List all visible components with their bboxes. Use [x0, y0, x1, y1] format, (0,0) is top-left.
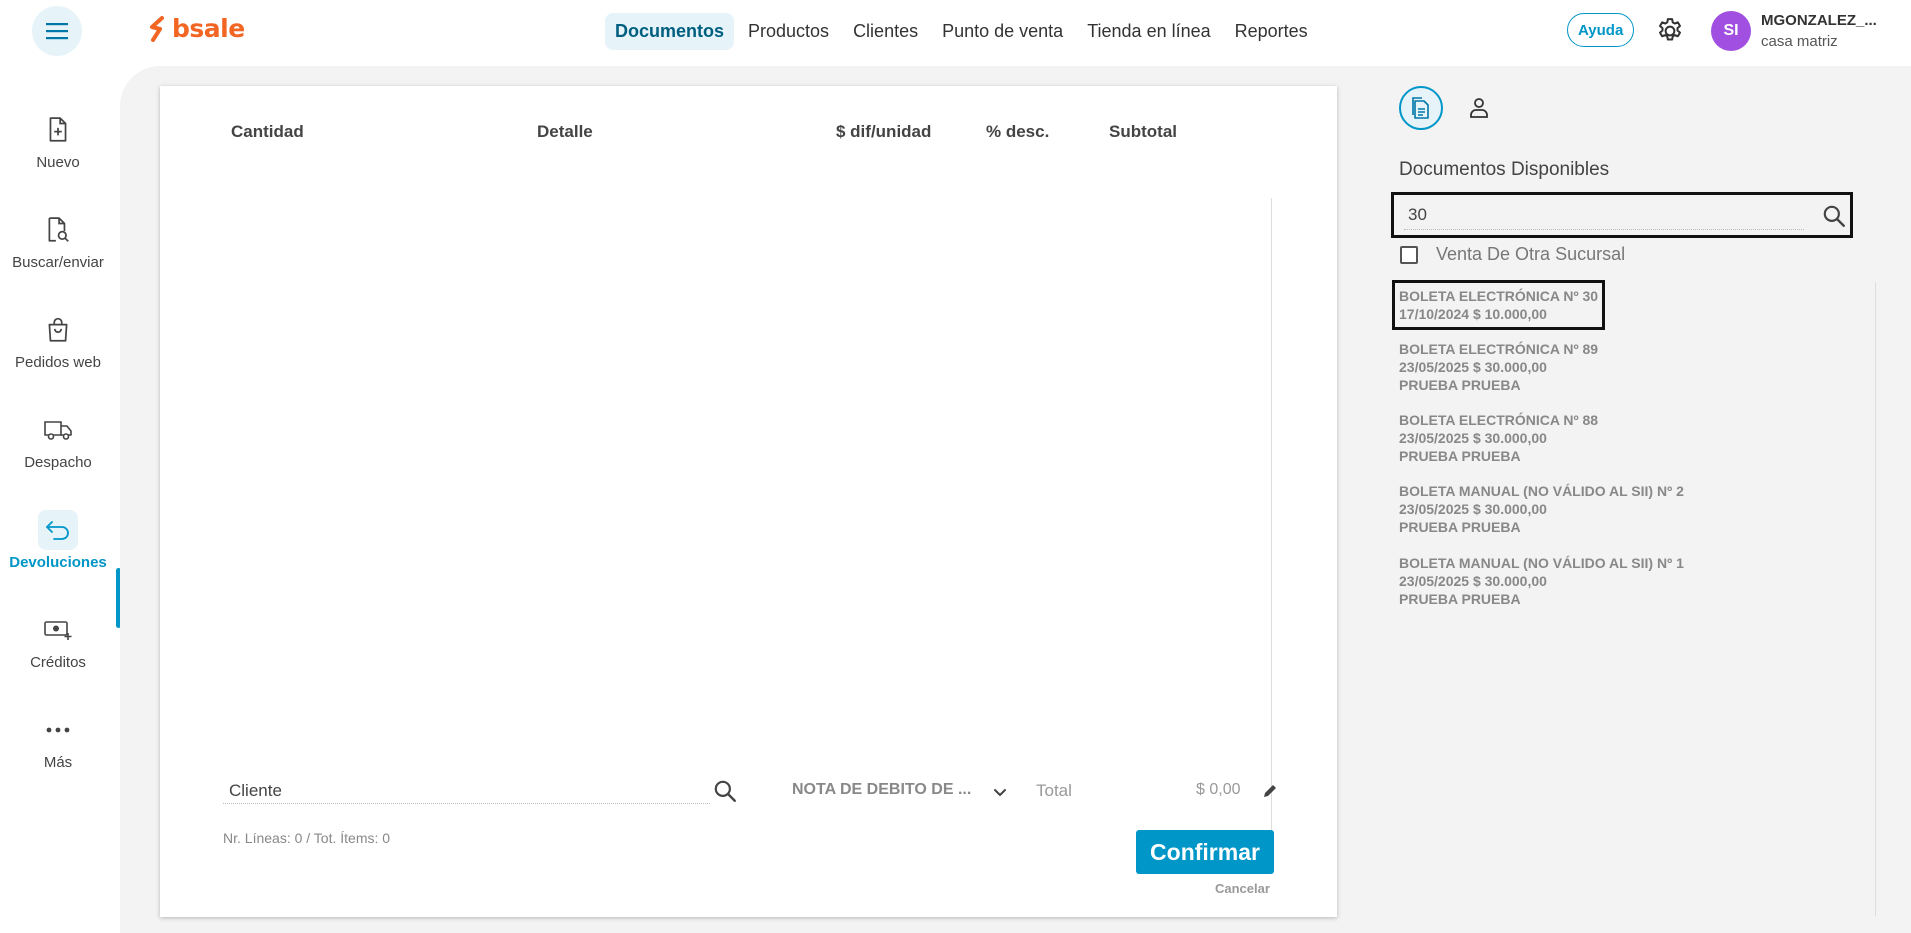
- document-date-amount: 23/05/2025 $ 30.000,00: [1399, 430, 1547, 446]
- panel-title: Documentos Disponibles: [1399, 159, 1610, 180]
- nav-productos[interactable]: Productos: [738, 13, 839, 50]
- nav-reportes[interactable]: Reportes: [1225, 13, 1318, 50]
- edit-total-button[interactable]: [1261, 782, 1279, 800]
- sidebar-item-label: Nuevo: [36, 154, 80, 171]
- return-icon: [38, 510, 78, 550]
- settings-button[interactable]: [1655, 16, 1685, 46]
- document-date-amount: 23/05/2025 $ 30.000,00: [1399, 359, 1547, 375]
- sidebar-item-label: Buscar/enviar: [12, 254, 104, 271]
- tab-documents[interactable]: [1399, 86, 1443, 130]
- more-icon: [38, 710, 78, 750]
- sidebar-item-buscar-enviar[interactable]: Buscar/enviar: [0, 210, 116, 271]
- document-type-dropdown[interactable]: [992, 784, 1008, 800]
- column-header-subtotal: Subtotal: [1109, 122, 1177, 141]
- lines-info: Nr. Líneas: 0 / Tot. Ítems: 0: [223, 830, 391, 846]
- column-header-detalle: Detalle: [537, 122, 593, 141]
- user-icon: [1470, 98, 1488, 118]
- other-branch-label[interactable]: Venta De Otra Sucursal: [1436, 244, 1625, 265]
- search-icon: [1823, 205, 1845, 227]
- document-client: PRUEBA PRUEBA: [1399, 519, 1521, 535]
- cash-plus-icon: [38, 610, 78, 650]
- client-search-button[interactable]: [712, 778, 738, 804]
- document-client: PRUEBA PRUEBA: [1399, 377, 1521, 393]
- tab-client[interactable]: [1464, 93, 1494, 123]
- nav-clientes[interactable]: Clientes: [843, 13, 928, 50]
- total-label: Total: [1036, 781, 1072, 800]
- bsale-logo-icon: [150, 15, 164, 42]
- sidebar: Nuevo Buscar/enviar Pedidos web Despacho…: [0, 62, 121, 933]
- user-name[interactable]: MGONZALEZ_...: [1761, 12, 1877, 29]
- sidebar-item-label: Despacho: [24, 454, 92, 471]
- column-header-desc: % desc.: [986, 122, 1050, 141]
- document-type-select[interactable]: NOTA DE DEBITO DE ...: [792, 781, 971, 799]
- sidebar-item-label: Créditos: [30, 654, 86, 671]
- nav-punto-de-venta[interactable]: Punto de venta: [932, 13, 1073, 50]
- nav-tienda-en-linea[interactable]: Tienda en línea: [1077, 13, 1220, 50]
- document-title: BOLETA MANUAL (NO VÁLIDO AL SII) Nº 2: [1399, 483, 1684, 499]
- top-bar: bsale Documentos Productos Clientes Punt…: [0, 0, 1911, 62]
- file-search-icon: [38, 210, 78, 250]
- search-icon: [714, 780, 736, 802]
- column-header-cantidad: Cantidad: [231, 122, 304, 141]
- documents-panel: Documentos Disponibles 30 Venta De Otra …: [1372, 66, 1911, 933]
- document-title: BOLETA ELECTRÓNICA Nº 89: [1399, 341, 1599, 357]
- help-button[interactable]: Ayuda: [1567, 13, 1635, 47]
- sidebar-item-devoluciones[interactable]: Devoluciones: [0, 510, 116, 571]
- sidebar-item-mas[interactable]: Más: [0, 710, 116, 771]
- main-nav: Documentos Productos Clientes Punto de v…: [605, 13, 1318, 50]
- file-plus-icon: [38, 110, 78, 150]
- document-search: 30: [1391, 192, 1853, 238]
- truck-icon: [38, 410, 78, 450]
- document-item[interactable]: BOLETA MANUAL (NO VÁLIDO AL SII) Nº 2 23…: [1399, 482, 1684, 536]
- sidebar-item-label: Más: [43, 754, 73, 771]
- document-icon: [1412, 97, 1429, 119]
- menu-button[interactable]: [32, 6, 82, 56]
- brand-name: bsale: [172, 14, 245, 43]
- document-item[interactable]: BOLETA ELECTRÓNICA Nº 89 23/05/2025 $ 30…: [1399, 340, 1598, 394]
- pencil-icon: [1264, 785, 1276, 797]
- document-search-button[interactable]: [1821, 203, 1847, 229]
- document-item[interactable]: BOLETA ELECTRÓNICA Nº 88 23/05/2025 $ 30…: [1399, 411, 1598, 465]
- bag-icon: [38, 310, 78, 350]
- cancel-link[interactable]: Cancelar: [1215, 881, 1270, 896]
- sidebar-item-despacho[interactable]: Despacho: [0, 410, 116, 471]
- gear-icon: [1659, 18, 1681, 41]
- nav-documentos[interactable]: Documentos: [605, 13, 735, 50]
- document-date-amount: 23/05/2025 $ 30.000,00: [1399, 573, 1547, 589]
- sidebar-item-creditos[interactable]: Créditos: [0, 610, 116, 671]
- brand-logo[interactable]: bsale: [148, 14, 245, 43]
- sidebar-item-nuevo[interactable]: Nuevo: [0, 110, 116, 171]
- document-title: BOLETA ELECTRÓNICA Nº 30: [1399, 288, 1599, 304]
- document-client: PRUEBA PRUEBA: [1399, 448, 1521, 464]
- return-document-card: Cantidad Detalle $ dif/unidad % desc. Su…: [160, 86, 1337, 917]
- total-value: $ 0,00: [1196, 781, 1241, 798]
- document-title: BOLETA ELECTRÓNICA Nº 88: [1399, 412, 1599, 428]
- client-input[interactable]: Cliente: [223, 778, 710, 804]
- document-title: BOLETA MANUAL (NO VÁLIDO AL SII) Nº 1: [1399, 555, 1684, 571]
- sidebar-item-label: Devoluciones: [9, 554, 107, 571]
- document-date-amount: 23/05/2025 $ 30.000,00: [1399, 501, 1547, 517]
- hamburger-icon: [46, 23, 68, 40]
- sidebar-item-label: Pedidos web: [15, 354, 101, 371]
- column-header-dif-unidad: $ dif/unidad: [836, 122, 932, 141]
- document-date-amount: 17/10/2024 $ 10.000,00: [1399, 306, 1547, 322]
- document-client: PRUEBA PRUEBA: [1399, 591, 1521, 607]
- avatar[interactable]: SI: [1711, 11, 1751, 51]
- document-search-input[interactable]: 30: [1404, 200, 1804, 230]
- list-scroll-track: [1875, 282, 1876, 916]
- confirm-button[interactable]: Confirmar: [1136, 830, 1274, 874]
- chevron-down-icon: [994, 789, 1006, 796]
- sidebar-item-pedidos-web[interactable]: Pedidos web: [0, 310, 116, 371]
- document-item[interactable]: BOLETA MANUAL (NO VÁLIDO AL SII) Nº 1 23…: [1399, 554, 1684, 608]
- scroll-track: [1271, 198, 1272, 840]
- user-location: casa matriz: [1761, 33, 1838, 50]
- document-item-selected[interactable]: BOLETA ELECTRÓNICA Nº 30 17/10/2024 $ 10…: [1391, 280, 1606, 330]
- other-branch-checkbox[interactable]: [1400, 246, 1418, 264]
